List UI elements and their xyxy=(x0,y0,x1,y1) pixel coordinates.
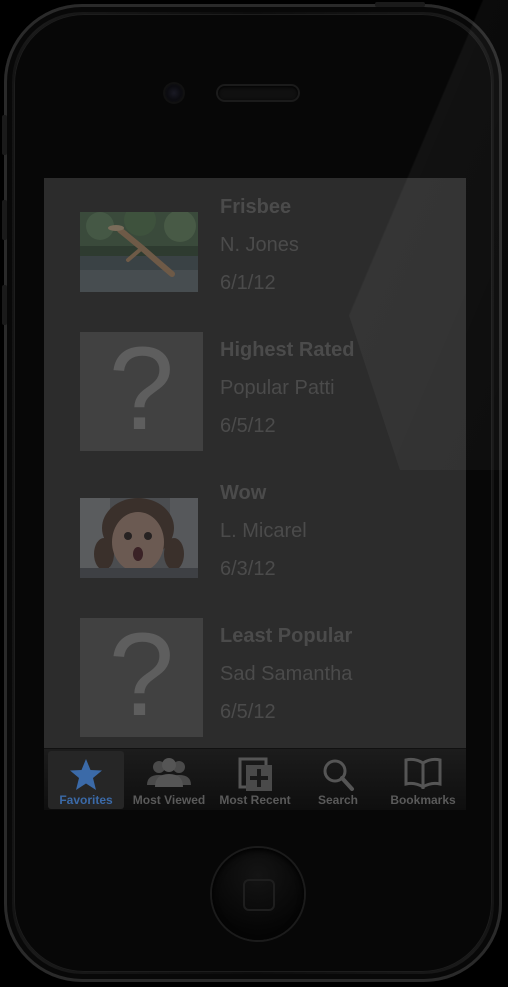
volume-down-button xyxy=(2,285,7,325)
tab-label: Most Recent xyxy=(219,793,291,807)
surprised-girl-photo-icon xyxy=(80,498,198,578)
app-screen: Frisbee N. Jones 6/1/12 ? Highest Rated … xyxy=(44,178,466,810)
question-mark-icon: ? xyxy=(108,618,175,737)
video-title: Least Popular xyxy=(220,625,353,647)
video-date: 6/5/12 xyxy=(220,701,276,723)
home-square-icon xyxy=(243,879,275,911)
mute-switch xyxy=(2,115,7,155)
video-list: Frisbee N. Jones 6/1/12 ? Highest Rated … xyxy=(44,178,466,748)
video-date: 6/3/12 xyxy=(220,558,276,580)
tab-search[interactable]: Search xyxy=(302,751,374,809)
tab-label: Most Viewed xyxy=(132,793,206,807)
search-icon xyxy=(323,759,354,791)
video-thumbnail-placeholder: ? xyxy=(80,332,203,451)
video-title: Highest Rated xyxy=(220,339,355,361)
video-thumbnail-placeholder: ? xyxy=(80,618,203,737)
list-item[interactable]: Wow L. Micarel 6/3/12 xyxy=(44,464,466,607)
video-thumbnail-wow xyxy=(80,498,198,578)
power-button xyxy=(375,2,425,7)
tab-most-recent[interactable]: Most Recent xyxy=(212,751,298,809)
volume-up-button xyxy=(2,200,7,240)
video-thumbnail-frisbee xyxy=(80,212,198,292)
tab-most-viewed[interactable]: Most Viewed xyxy=(128,751,210,809)
tab-favorites[interactable]: Favorites xyxy=(48,751,124,809)
video-author: N. Jones xyxy=(220,234,299,256)
list-item[interactable]: Frisbee N. Jones 6/1/12 xyxy=(44,178,466,321)
people-icon xyxy=(147,758,191,787)
tab-label: Bookmarks xyxy=(390,793,456,807)
video-author: L. Micarel xyxy=(220,520,307,542)
video-title: Wow xyxy=(220,482,267,504)
front-camera xyxy=(165,84,183,102)
tab-label: Search xyxy=(317,793,359,807)
video-author: Sad Samantha xyxy=(220,663,353,685)
list-item[interactable]: ? Least Popular Sad Samantha 6/5/12 xyxy=(44,607,466,750)
earpiece-speaker xyxy=(218,86,298,100)
tab-bar: Favorites Most Viewed Most Recent Search… xyxy=(44,748,466,810)
add-document-icon xyxy=(238,757,272,791)
video-title: Frisbee xyxy=(220,196,292,218)
tab-bookmarks[interactable]: Bookmarks xyxy=(382,751,464,809)
tab-label: Favorites xyxy=(59,793,113,807)
home-button[interactable] xyxy=(212,848,304,940)
book-icon xyxy=(404,757,442,789)
video-date: 6/1/12 xyxy=(220,272,276,294)
frisbee-photo-icon xyxy=(80,212,198,292)
question-mark-icon: ? xyxy=(108,332,175,451)
video-date: 6/5/12 xyxy=(220,415,276,437)
list-item[interactable]: ? Highest Rated Popular Patti 6/5/12 xyxy=(44,321,466,464)
video-author: Popular Patti xyxy=(220,377,335,399)
star-icon xyxy=(70,759,102,790)
